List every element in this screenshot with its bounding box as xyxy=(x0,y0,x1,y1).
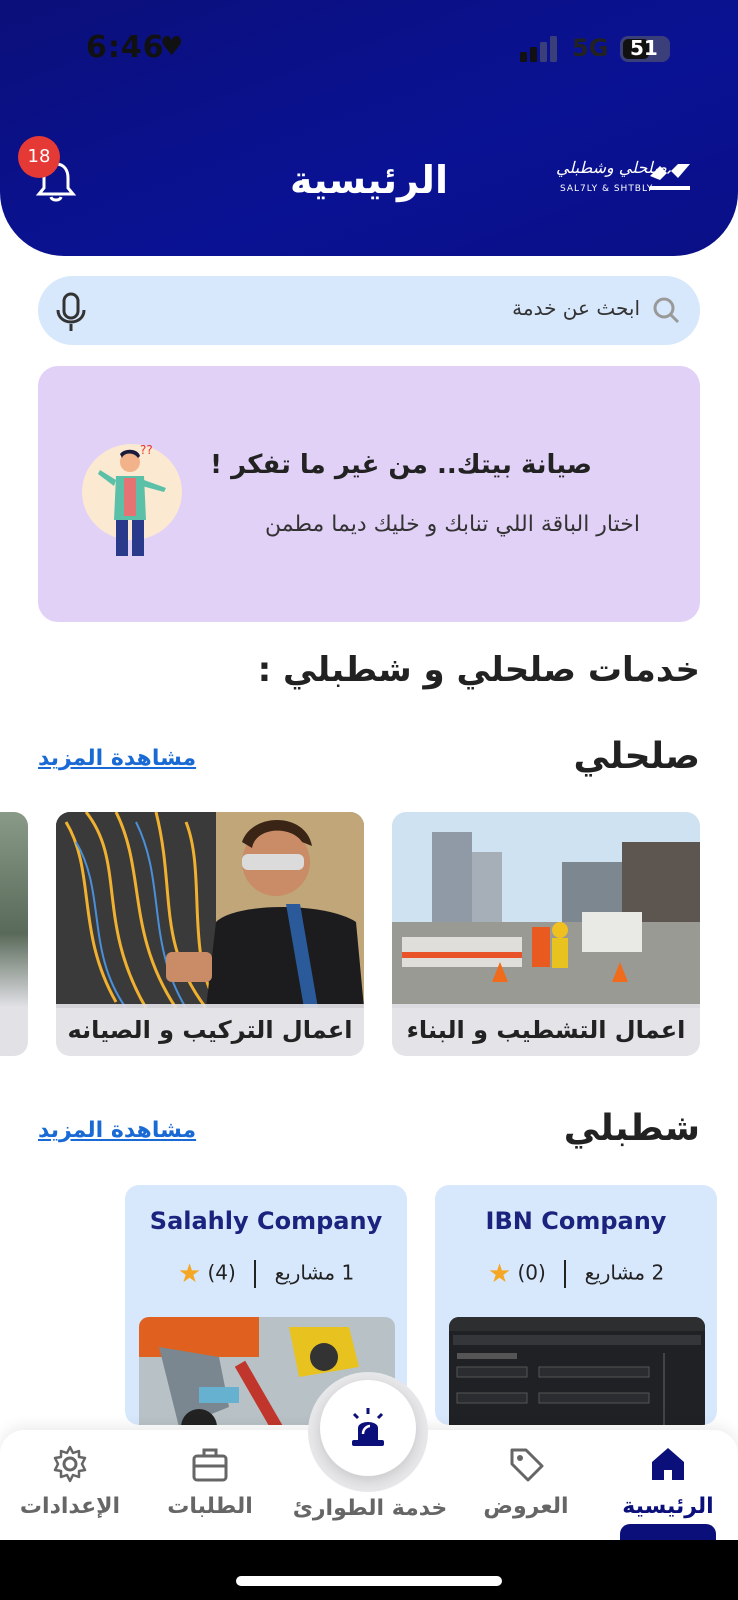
company-rating: (0) xyxy=(517,1260,546,1285)
technician-wiring-image xyxy=(56,812,364,1008)
service-card-installation[interactable]: اعمال التركيب و الصيانه xyxy=(56,812,364,1056)
divider xyxy=(254,1260,257,1288)
network-label: 5G xyxy=(572,34,609,62)
tag-icon xyxy=(510,1448,544,1482)
company-card[interactable]: IBN Company 2 مشاريع (0) ★ xyxy=(435,1185,717,1425)
siren-icon xyxy=(352,1408,384,1446)
nav-label-orders: الطلبات xyxy=(167,1494,253,1519)
nav-item-offers[interactable]: العروض xyxy=(466,1444,586,1519)
nav-label-home: الرئيسية xyxy=(622,1494,714,1519)
page-title: الرئيسية xyxy=(290,158,448,202)
gear-icon xyxy=(53,1445,87,1483)
see-more-link-shatably[interactable]: مشاهدة المزيد xyxy=(38,1118,196,1143)
notification-badge[interactable]: 18 xyxy=(18,136,60,178)
signal-icon xyxy=(520,36,557,62)
active-tab-indicator xyxy=(620,1524,716,1540)
nav-label-offers: العروض xyxy=(483,1494,569,1519)
nav-item-settings[interactable]: الإعدادات xyxy=(10,1444,130,1519)
emergency-service-button[interactable] xyxy=(320,1380,416,1476)
service-label: اعمال التركيب و الصيانه xyxy=(56,1004,364,1056)
company-rating: (4) xyxy=(207,1260,236,1285)
divider xyxy=(564,1260,567,1288)
banner-title: صيانة بيتك.. من غير ما تفكر ! xyxy=(210,450,592,480)
services-heading: خدمات صلحلي و شطبلي : xyxy=(257,650,700,690)
svg-text:??: ?? xyxy=(140,443,153,457)
construction-site-image xyxy=(392,812,700,1008)
battery-icon: 51 xyxy=(620,36,670,62)
search-input[interactable]: ابحث عن خدمة xyxy=(512,296,640,320)
company-name: IBN Company xyxy=(485,1207,667,1235)
home-icon xyxy=(652,1448,684,1480)
nav-item-orders[interactable]: الطلبات xyxy=(150,1444,270,1519)
service-label: اعمال التشطيب و البناء xyxy=(392,1004,700,1056)
company-screenshot-image xyxy=(449,1317,705,1425)
search-bar[interactable]: ابحث عن خدمة xyxy=(38,276,700,345)
system-home-area xyxy=(0,1540,738,1600)
microphone-icon[interactable] xyxy=(54,292,88,332)
company-meta: 1 مشاريع (4) ★ xyxy=(125,1259,407,1289)
briefcase-icon xyxy=(192,1448,228,1482)
search-icon xyxy=(653,297,680,324)
company-projects: 2 مشاريع xyxy=(584,1260,665,1285)
heart-icon: ♥ xyxy=(160,32,184,62)
banner-subtitle: اختار الباقة اللي تنابك و خليك ديما مطمن xyxy=(265,512,640,537)
see-more-link-salahly[interactable]: مشاهدة المزيد xyxy=(38,746,196,771)
home-indicator[interactable] xyxy=(236,1576,502,1586)
nav-item-home[interactable]: الرئيسية xyxy=(608,1444,728,1519)
battery-level: 51 xyxy=(630,36,658,60)
star-icon: ★ xyxy=(487,1259,512,1289)
category-title-shatably: شطبلي xyxy=(563,1108,700,1149)
nav-label-emergency: خدمة الطوارئ xyxy=(292,1496,448,1521)
category-title-salahly: صلحلي xyxy=(573,736,700,777)
service-card-partial[interactable] xyxy=(0,812,28,1056)
star-icon: ★ xyxy=(177,1259,202,1289)
promo-banner[interactable]: صيانة بيتك.. من غير ما تفكر ! اختار البا… xyxy=(38,366,700,622)
service-card-finishing[interactable]: اعمال التشطيب و البناء xyxy=(392,812,700,1056)
company-projects: 1 مشاريع xyxy=(274,1260,355,1285)
thinking-person-illustration: ?? xyxy=(82,443,182,556)
nav-label-settings: الإعدادات xyxy=(19,1494,121,1519)
app-header: 6:46 ♥ 5G 51 صلحلي وشطبلي SAL7LY & SHTBL… xyxy=(0,0,738,256)
company-meta: 2 مشاريع (0) ★ xyxy=(435,1259,717,1289)
company-name: Salahly Company xyxy=(149,1207,383,1235)
status-time: 6:46 xyxy=(86,30,165,65)
